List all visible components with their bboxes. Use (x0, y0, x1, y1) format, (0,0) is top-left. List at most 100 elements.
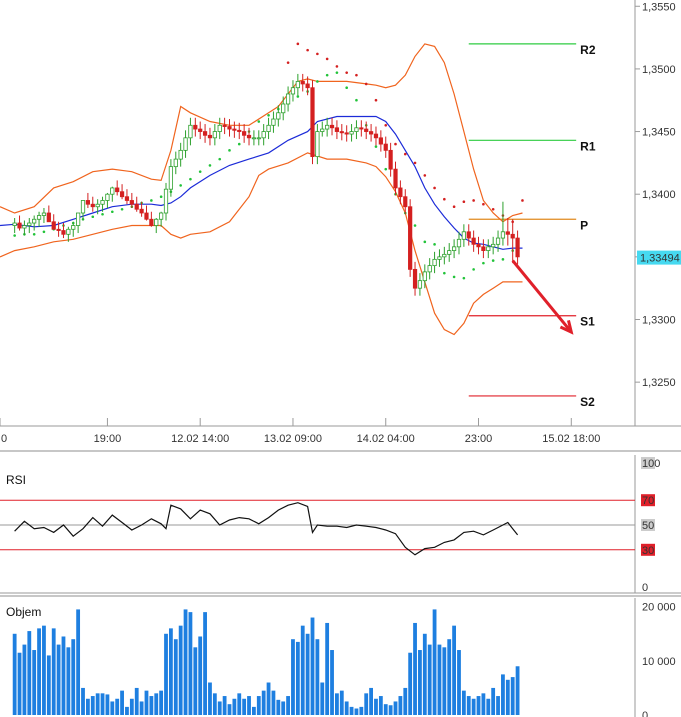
volume-bar (305, 633, 310, 715)
volume-bar (447, 639, 452, 715)
sar-dot-red (296, 42, 300, 46)
volume-bar (310, 617, 315, 715)
candle-body (246, 134, 252, 139)
sar-dot-red (452, 205, 456, 209)
candle-body (412, 268, 418, 289)
sar-dot-green (433, 243, 436, 246)
candle-body (349, 131, 354, 135)
volume-bar (335, 693, 339, 715)
candle-body (32, 218, 37, 224)
sar-dot-red (491, 207, 495, 211)
candle-body (325, 124, 330, 130)
volume-bar (100, 693, 105, 715)
volume-bar (266, 682, 271, 715)
volume-bar (413, 622, 417, 715)
candle-body (12, 222, 17, 226)
candle-body (95, 203, 100, 208)
sar-dot-red (384, 123, 388, 127)
volume-bar (403, 687, 408, 715)
candle-body (178, 149, 183, 160)
volume-bar (61, 636, 66, 715)
candle-body (159, 212, 164, 220)
sar-dot-green (218, 157, 222, 161)
sar-dot-red (306, 48, 309, 52)
volume-bar (374, 698, 378, 715)
volume-bar (339, 690, 344, 715)
volume-tick-label: 0 (642, 710, 648, 717)
candle-body (315, 131, 320, 158)
volume-bar (432, 609, 437, 715)
sar-dot-red (521, 199, 524, 202)
candle-body (320, 128, 325, 132)
volume-bar (369, 687, 373, 715)
time-tick-label: 14.02 04:00 (357, 433, 415, 445)
time-tick-label: 0 (1, 433, 7, 445)
sar-dot-red (413, 161, 417, 165)
volume-bar (81, 687, 85, 715)
volume-bar (496, 696, 500, 715)
candle-body (408, 206, 413, 270)
time-tick-label: 12.02 14:00 (171, 433, 229, 445)
sar-dot-green (257, 120, 261, 123)
candle-body (76, 212, 81, 226)
volume-bar (66, 647, 71, 715)
volume-bar (95, 693, 100, 715)
volume-bar (437, 644, 442, 715)
candle-body (232, 128, 237, 131)
candle-body (295, 81, 300, 89)
volume-bar (510, 677, 515, 715)
sar-dot-green (101, 212, 104, 216)
volume-bar (242, 698, 247, 715)
volume-bar (295, 641, 300, 715)
candle-body (398, 187, 403, 198)
candle-body (466, 231, 471, 239)
sar-dot-red (423, 174, 427, 177)
candle-body (237, 129, 242, 132)
sar-dot-green (413, 224, 417, 227)
volume-bar (354, 708, 359, 715)
candle-body (383, 143, 388, 151)
current-price-label: 1,33494 (640, 253, 680, 265)
sar-dot-green (198, 170, 202, 173)
sar-dot-red (345, 71, 348, 74)
volume-bar (168, 628, 173, 715)
sar-dot-green (189, 177, 192, 181)
candle-body (193, 124, 198, 130)
volume-bar (232, 698, 237, 715)
pivot-level-label: P (580, 218, 588, 232)
candle-body (22, 225, 27, 229)
sar-dot-green (374, 145, 378, 148)
volume-bar (32, 650, 37, 715)
volume-bar (491, 687, 496, 715)
candle-body (80, 200, 86, 214)
volume-bar (173, 639, 178, 715)
candle-body (227, 126, 232, 130)
candle-body (388, 149, 393, 170)
volume-bar (457, 650, 461, 715)
candle-body (432, 258, 437, 267)
sar-dot-green (355, 98, 358, 102)
volume-bar (388, 705, 393, 715)
candle-body (251, 137, 257, 140)
volume-bar (17, 652, 22, 715)
volume-bar (22, 644, 27, 715)
candle-body (456, 238, 462, 248)
candle-body (417, 280, 423, 289)
candle-body (403, 196, 408, 208)
candle-body (471, 237, 476, 245)
volume-bar (325, 622, 330, 715)
candle-body (41, 212, 47, 216)
candle-body (119, 191, 125, 198)
sar-dot-red (316, 52, 319, 56)
volume-bar (501, 674, 505, 715)
candle-body (188, 124, 193, 139)
volume-bar (261, 690, 266, 715)
candle-body (515, 237, 520, 258)
candle-body (364, 128, 369, 132)
candle-body (129, 200, 134, 205)
candle-body (207, 134, 213, 139)
volume-bar (51, 628, 56, 715)
time-tick-label: 13.02 09:00 (264, 433, 322, 445)
volume-bar (154, 693, 159, 715)
sar-dot-red (335, 65, 339, 68)
